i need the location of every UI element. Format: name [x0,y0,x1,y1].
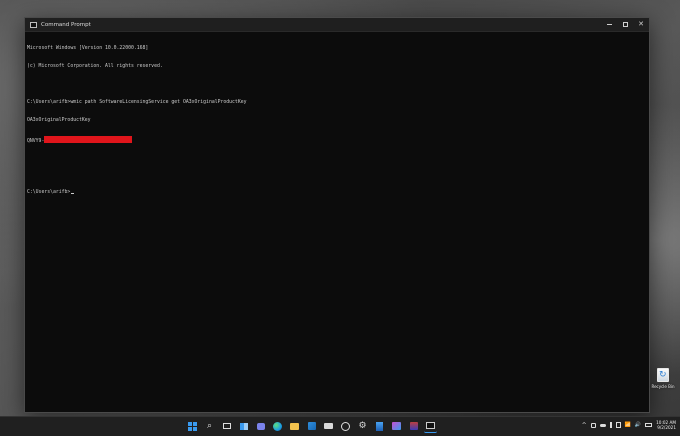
taskbar-apps: ⌕ ⚙ [186,419,437,433]
close-icon: ✕ [638,20,644,28]
search-button[interactable]: ⌕ [203,419,216,433]
photos-button[interactable] [390,419,403,433]
task-view-button[interactable] [220,419,233,433]
taskbar: ⌕ ⚙ ^ 📶 🔊 10:02 AM 9/2/2021 [0,416,680,436]
start-icon [188,421,197,431]
clock-date: 9/2/2021 [657,425,676,430]
volume-icon[interactable]: 🔊 [635,422,641,428]
mail-button[interactable] [322,419,335,433]
mail-icon [324,423,333,429]
task-view-icon [222,423,231,429]
console-line: OA3xOriginalProductKey [27,118,91,123]
redaction-bar [44,136,133,143]
battery-level-icon[interactable] [645,423,653,427]
wifi-icon[interactable]: 📶 [625,422,631,428]
minimize-icon [606,24,612,25]
cmd-button[interactable] [424,419,437,433]
maximize-button[interactable] [617,18,633,32]
chat-icon [256,422,265,430]
console-line: Microsoft Windows [Version 10.0.22000.16… [27,46,149,51]
settings-button[interactable]: ⚙ [356,419,369,433]
notification-icon[interactable] [590,422,596,428]
settings-icon: ⚙ [358,421,367,431]
dell-button[interactable] [339,419,352,433]
window-title: Command Prompt [41,21,91,28]
edge-button[interactable] [271,419,284,433]
photos-icon [392,422,401,430]
app-button[interactable] [373,419,386,433]
cmd-window-icon [30,21,37,28]
minimize-button[interactable] [601,18,617,32]
prompt-line[interactable]: C:\Users\arifb> [27,190,647,196]
store-icon [307,422,316,430]
dell-icon [341,421,350,431]
console-output[interactable]: Microsoft Windows [Version 10.0.22000.16… [25,32,649,210]
app-icon [376,421,383,431]
tray-chevron-icon[interactable]: ^ [582,422,587,429]
battery-icon[interactable] [615,422,621,428]
product-key-line: QNVY9- [27,136,647,144]
close-button[interactable]: ✕ [633,18,649,32]
command-prompt-window[interactable]: Command Prompt ✕ Microsoft Windows [Vers… [24,17,650,413]
edge-icon [273,421,282,431]
widgets-button[interactable] [237,419,250,433]
text-cursor [71,192,75,194]
file-explorer-button[interactable] [288,419,301,433]
title-bar[interactable]: Command Prompt ✕ [25,18,649,32]
maximize-icon [622,22,628,27]
cloud-icon[interactable] [599,423,606,427]
store-button[interactable] [305,419,318,433]
chat-button[interactable] [254,419,267,433]
file-explorer-icon [290,422,299,430]
start-button[interactable] [186,419,199,433]
clock[interactable]: 10:02 AM 9/2/2021 [656,420,676,430]
recycle-bin[interactable]: Recycle Bin [648,368,678,389]
console-line: C:\Users\arifb>wmic path SoftwareLicensi… [27,100,247,105]
widgets-icon [239,422,248,430]
command-prompt: C:\Users\arifb> [27,190,71,195]
pen-icon[interactable] [609,422,612,428]
product-key-prefix: QNVY9- [27,139,45,144]
terminal-button[interactable] [407,419,420,433]
recycle-bin-icon [657,368,669,382]
search-icon: ⌕ [206,421,213,431]
console-line: (c) Microsoft Corporation. All rights re… [27,64,163,69]
terminal-icon [409,422,418,430]
cmd-icon [426,422,435,429]
recycle-bin-label: Recycle Bin [651,384,675,389]
system-tray: ^ 📶 🔊 10:02 AM 9/2/2021 [582,420,676,430]
